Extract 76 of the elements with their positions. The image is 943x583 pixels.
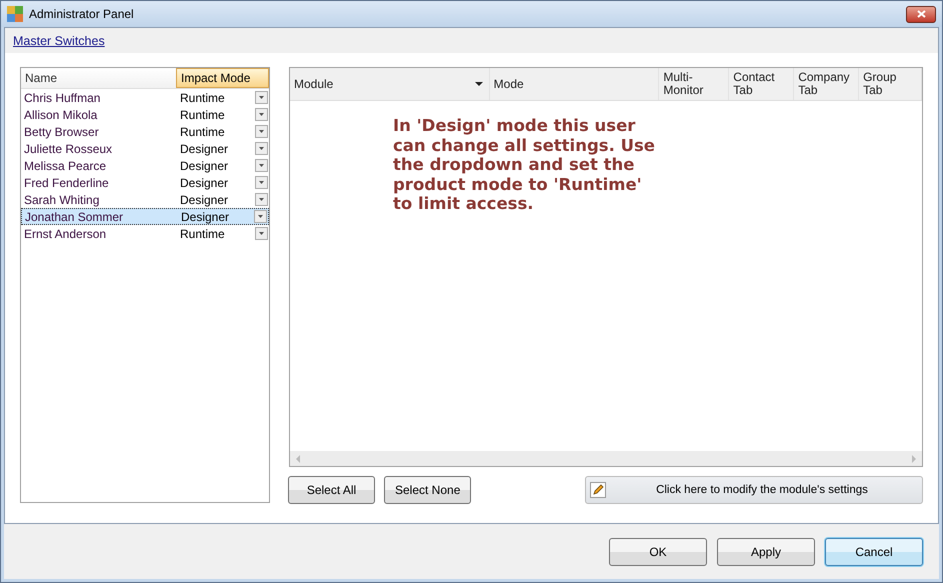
- column-header[interactable]: Name: [21, 68, 176, 88]
- user-row[interactable]: Fred Fenderline Designer: [21, 174, 269, 191]
- master-switches-link[interactable]: Master Switches: [13, 34, 105, 48]
- mode-value: Runtime: [179, 124, 226, 138]
- mode-dropdown[interactable]: [255, 108, 268, 121]
- column-label: Company Tab: [798, 71, 850, 97]
- user-row[interactable]: Betty Browser Runtime: [21, 123, 269, 140]
- caret-icon: [474, 82, 483, 86]
- user-row[interactable]: Allison Mikola Runtime: [21, 106, 269, 123]
- column-header[interactable]: Company Tab: [794, 68, 860, 100]
- mode-value: Designer: [179, 176, 230, 190]
- modify-settings-button[interactable]: Click here to modify the module's settings: [585, 476, 923, 504]
- mode-dropdown[interactable]: [255, 159, 268, 172]
- column-header[interactable]: Contact Tab: [729, 68, 794, 100]
- mode-value: Designer: [179, 192, 230, 206]
- right-arrow-icon: [912, 454, 916, 462]
- user-name: Fred Fenderline: [24, 176, 110, 190]
- user-name: Chris Huffman: [24, 90, 102, 104]
- mode-dropdown[interactable]: [255, 176, 268, 189]
- mode-value: Runtime: [179, 108, 226, 122]
- user-name: Melissa Pearce: [24, 158, 108, 172]
- mode-dropdown[interactable]: [255, 91, 268, 104]
- close-button[interactable]: [906, 6, 936, 22]
- caret-icon: [259, 130, 264, 133]
- user-name: Betty Browser: [24, 124, 100, 138]
- window-title: Administrator Panel: [29, 7, 134, 21]
- close-icon: [916, 10, 926, 18]
- column-header[interactable]: Group Tab: [859, 68, 922, 100]
- mode-value: Runtime: [179, 90, 226, 104]
- user-name: Juliette Rosseux: [24, 142, 114, 156]
- mode-dropdown[interactable]: [255, 125, 268, 138]
- column-label: Multi- Monitor: [663, 71, 704, 97]
- mode-dropdown[interactable]: [255, 142, 268, 155]
- column-label: Group Tab: [863, 71, 896, 97]
- column-header[interactable]: Module: [290, 68, 490, 100]
- user-name: Jonathan Sommer: [25, 210, 124, 224]
- mode-dropdown[interactable]: [255, 227, 268, 240]
- caret-icon: [259, 232, 264, 235]
- caret-icon: [259, 147, 264, 150]
- caret-icon: [259, 113, 264, 116]
- left-arrow-icon: [296, 454, 300, 462]
- dialog-button[interactable]: OK: [609, 538, 707, 566]
- mode-dropdown[interactable]: [255, 193, 268, 206]
- mode-dropdown[interactable]: [254, 210, 267, 223]
- grid-button[interactable]: Select None: [384, 476, 472, 504]
- mode-value: Designer: [179, 158, 230, 172]
- mode-value: Runtime: [179, 226, 226, 240]
- user-row[interactable]: Jonathan Sommer Designer: [21, 208, 269, 225]
- caret-icon: [258, 215, 263, 218]
- column-header[interactable]: Impact Mode: [176, 68, 269, 88]
- dialog-button[interactable]: Apply: [717, 538, 815, 566]
- dialog-button[interactable]: Cancel: [825, 538, 923, 566]
- user-row[interactable]: Melissa Pearce Designer: [21, 157, 269, 174]
- column-label: Contact Tab: [733, 71, 775, 97]
- user-name: Ernst Anderson: [24, 226, 108, 240]
- mode-value: Designer: [180, 210, 230, 224]
- user-row[interactable]: Ernst Anderson Runtime: [21, 225, 269, 242]
- caret-icon: [259, 96, 264, 99]
- user-row[interactable]: Chris Huffman Runtime: [21, 89, 269, 106]
- column-header[interactable]: Mode: [490, 68, 660, 100]
- info-message: In 'Design' mode this user can change all settings. Use the dropdown and set the product mode to 'Runtime' to limit access.: [393, 116, 656, 214]
- grid-button[interactable]: Select All: [288, 476, 375, 504]
- user-name: Allison Mikola: [24, 108, 98, 122]
- column-label: Mode: [494, 78, 524, 90]
- user-row[interactable]: Sarah Whiting Designer: [21, 191, 269, 208]
- puzzle-icon: [7, 6, 23, 22]
- user-name: Sarah Whiting: [24, 192, 100, 206]
- column-header[interactable]: Multi- Monitor: [659, 68, 730, 100]
- user-row[interactable]: Juliette Rosseux Designer: [21, 140, 269, 157]
- pencil-icon: [590, 482, 606, 498]
- caret-icon: [259, 198, 264, 201]
- horizontal-scrollbar[interactable]: [290, 451, 922, 466]
- caret-icon: [259, 181, 264, 184]
- column-label: Module: [294, 78, 334, 90]
- mode-value: Designer: [179, 142, 230, 156]
- caret-icon: [259, 164, 264, 167]
